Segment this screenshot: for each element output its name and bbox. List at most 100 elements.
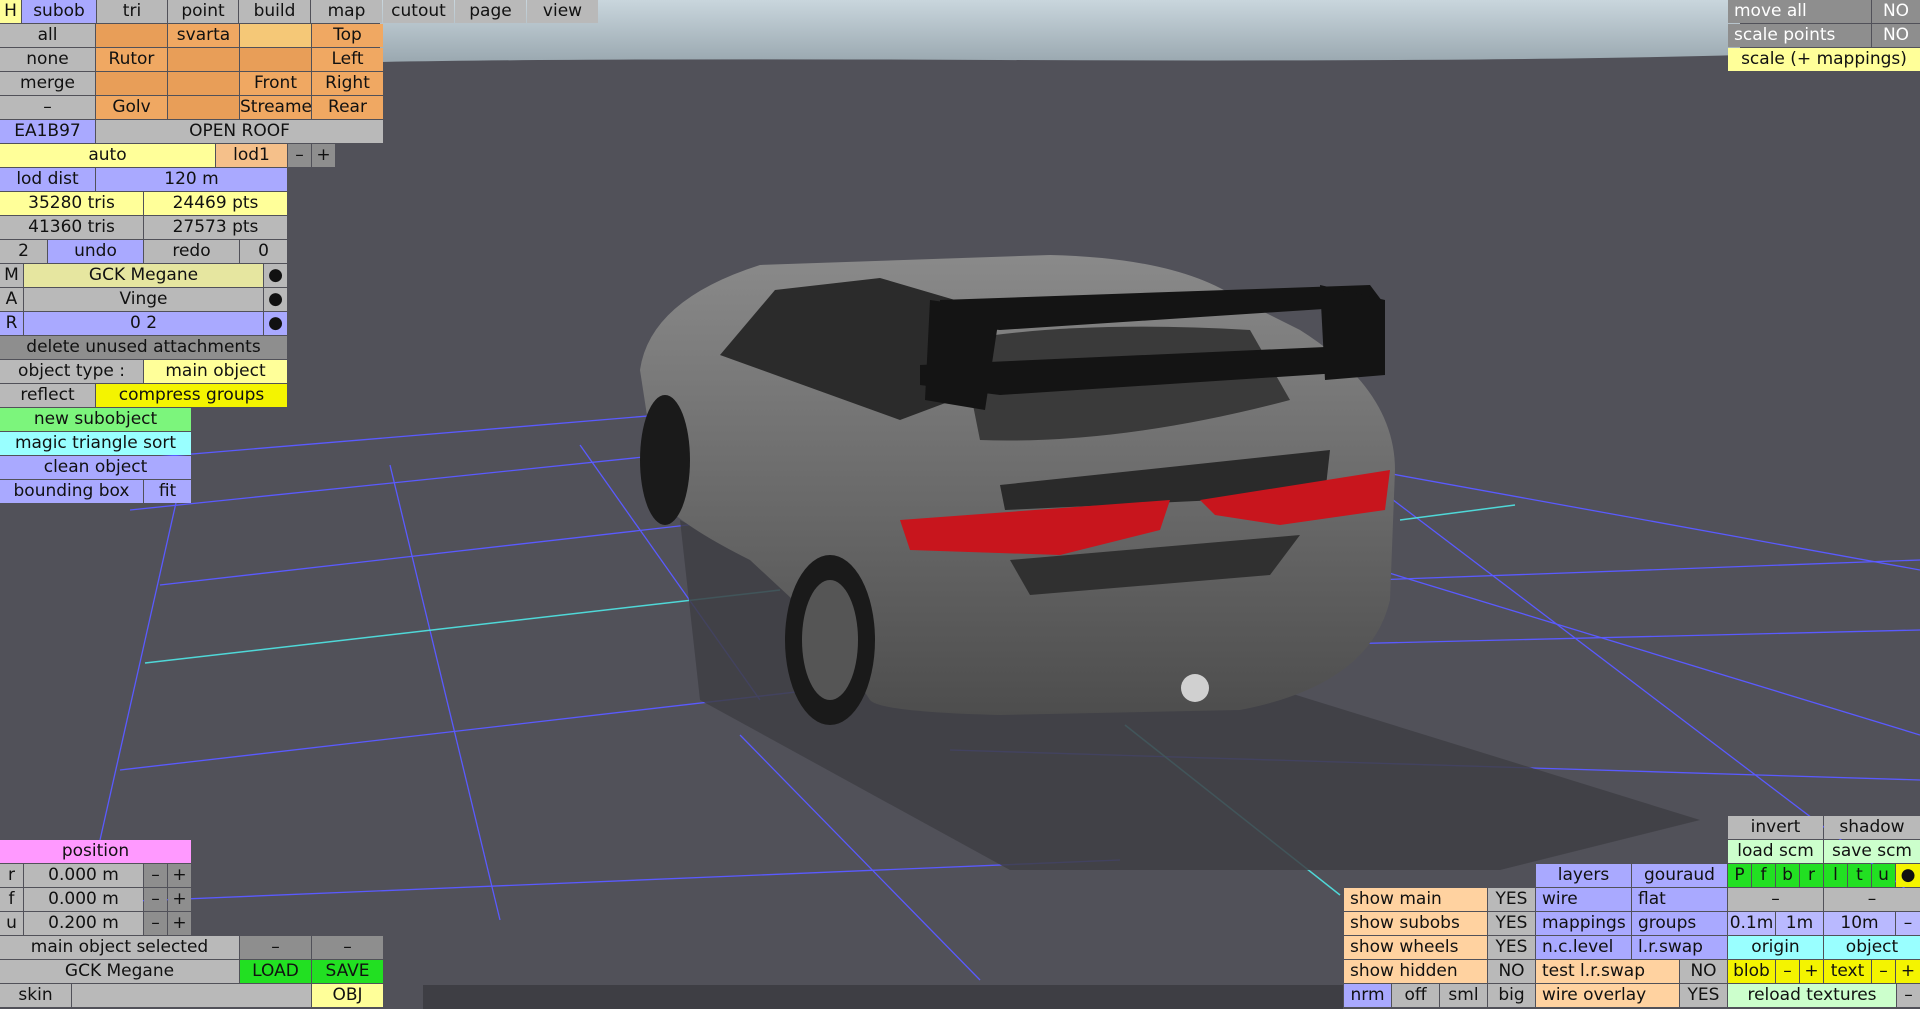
scale-mappings-button[interactable]: scale (+ mappings) [1728, 48, 1920, 71]
selection-minus-2[interactable]: – [312, 936, 383, 959]
origin-button[interactable]: origin [1728, 936, 1823, 959]
group-slot-6[interactable] [168, 72, 239, 95]
obj-button[interactable]: OBJ [312, 984, 383, 1007]
flat-button[interactable]: flat [1632, 888, 1727, 911]
gouraud-button[interactable]: gouraud [1632, 864, 1727, 887]
size-nrm-button[interactable]: nrm [1344, 984, 1391, 1007]
load-scm-button[interactable]: load scm [1728, 840, 1823, 863]
view-right-button[interactable]: Right [312, 72, 383, 95]
bounding-box-button[interactable]: bounding box [0, 480, 143, 503]
menu-tab-tri[interactable]: tri [97, 0, 167, 23]
menu-tab-subob[interactable]: subob [22, 0, 96, 23]
model-dot-button[interactable]: ● [264, 264, 287, 287]
menu-tab-point[interactable]: point [168, 0, 238, 23]
blob-plus-button[interactable]: + [1800, 960, 1823, 983]
show-hidden-toggle[interactable]: NO [1488, 960, 1535, 983]
revision-dot-button[interactable]: ● [264, 312, 287, 335]
test-lr-swap-toggle[interactable]: NO [1680, 960, 1727, 983]
position-value-r[interactable]: 0.000 m [24, 864, 143, 887]
show-wheels-toggle[interactable]: YES [1488, 936, 1535, 959]
menu-tab-page[interactable]: page [455, 0, 526, 23]
size-sml-button[interactable]: sml [1440, 984, 1487, 1007]
menu-tab-view[interactable]: view [527, 0, 598, 23]
position-value-f[interactable]: 0.000 m [24, 888, 143, 911]
object-code[interactable]: EA1B97 [0, 120, 95, 143]
object-type-value[interactable]: main object [144, 360, 287, 383]
select-all-button[interactable]: all [0, 24, 95, 47]
view-left-button[interactable]: Left [312, 48, 383, 71]
step-1m-button[interactable]: 1m [1776, 912, 1823, 935]
menu-tab-build[interactable]: build [239, 0, 310, 23]
show-main-toggle[interactable]: YES [1488, 888, 1535, 911]
group-slot-3[interactable] [168, 48, 239, 71]
view-rear-button[interactable]: Rear [312, 96, 383, 119]
step-0-1m-button[interactable]: 0.1m [1728, 912, 1775, 935]
auto-lod-button[interactable]: auto [0, 144, 215, 167]
flag-t-button[interactable]: t [1848, 864, 1871, 887]
group-rutor-button[interactable]: Rutor [96, 48, 167, 71]
position-r-minus[interactable]: – [144, 864, 167, 887]
lod-plus-button[interactable]: + [312, 144, 335, 167]
lr-swap-button[interactable]: l.r.swap [1632, 936, 1727, 959]
show-subobs-toggle[interactable]: YES [1488, 912, 1535, 935]
group-golv-button[interactable]: Golv [96, 96, 167, 119]
model-name[interactable]: GCK Megane [24, 264, 263, 287]
dash-button-2[interactable]: – [1824, 888, 1920, 911]
position-r-plus[interactable]: + [168, 864, 191, 887]
group-streame-button[interactable]: Streame [240, 96, 311, 119]
menu-tab-map[interactable]: map [311, 0, 382, 23]
blob-button[interactable]: blob [1728, 960, 1775, 983]
reflect-button[interactable]: reflect [0, 384, 95, 407]
group-slot-7[interactable] [168, 96, 239, 119]
author-name[interactable]: Vinge [24, 288, 263, 311]
move-all-toggle[interactable]: NO [1872, 0, 1920, 23]
clean-object-button[interactable]: clean object [0, 456, 191, 479]
scale-points-toggle[interactable]: NO [1872, 24, 1920, 47]
reload-minus-button[interactable]: – [1897, 984, 1920, 1007]
nc-level-button[interactable]: n.c.level [1536, 936, 1631, 959]
group-slot-4[interactable] [240, 48, 311, 71]
group-slot-5[interactable] [96, 72, 167, 95]
save-button[interactable]: SAVE [312, 960, 383, 983]
wire-button[interactable]: wire [1536, 888, 1631, 911]
text-plus-button[interactable]: + [1896, 960, 1920, 983]
object-button[interactable]: object [1824, 936, 1920, 959]
layers-button[interactable]: layers [1536, 864, 1631, 887]
flag-f-button[interactable]: f [1752, 864, 1775, 887]
step-minus-button[interactable]: – [1896, 912, 1920, 935]
group-svarta-button[interactable]: svarta [168, 24, 239, 47]
minus-button[interactable]: – [0, 96, 95, 119]
flag-b-button[interactable]: b [1776, 864, 1799, 887]
position-u-plus[interactable]: + [168, 912, 191, 935]
position-f-plus[interactable]: + [168, 888, 191, 911]
skin-field[interactable] [72, 984, 311, 1007]
group-slot-1[interactable] [96, 24, 167, 47]
step-10m-button[interactable]: 10m [1824, 912, 1895, 935]
undo-button[interactable]: undo [48, 240, 143, 263]
author-dot-button[interactable]: ● [264, 288, 287, 311]
menu-tab-cutout[interactable]: cutout [383, 0, 454, 23]
magic-triangle-sort-button[interactable]: magic triangle sort [0, 432, 191, 455]
selection-minus-1[interactable]: – [240, 936, 311, 959]
invert-button[interactable]: invert [1728, 816, 1823, 839]
merge-button[interactable]: merge [0, 72, 95, 95]
text-button[interactable]: text [1824, 960, 1871, 983]
group-slot-2[interactable] [240, 24, 311, 47]
lod-minus-button[interactable]: – [288, 144, 311, 167]
size-off-button[interactable]: off [1392, 984, 1439, 1007]
open-roof-button[interactable]: OPEN ROOF [96, 120, 383, 143]
wire-overlay-toggle[interactable]: YES [1680, 984, 1727, 1007]
blob-minus-button[interactable]: – [1776, 960, 1799, 983]
flag-l-button[interactable]: l [1824, 864, 1847, 887]
mappings-button[interactable]: mappings [1536, 912, 1631, 935]
groups-button[interactable]: groups [1632, 912, 1727, 935]
position-value-u[interactable]: 0.200 m [24, 912, 143, 935]
flag-u-button[interactable]: u [1872, 864, 1895, 887]
dash-button-1[interactable]: – [1728, 888, 1823, 911]
shadow-button[interactable]: shadow [1824, 816, 1920, 839]
revision-value[interactable]: 0 2 [24, 312, 263, 335]
flag-dot-button[interactable]: ● [1896, 864, 1920, 887]
save-scm-button[interactable]: save scm [1824, 840, 1920, 863]
compress-groups-button[interactable]: compress groups [96, 384, 287, 407]
lod-dist-value[interactable]: 120 m [96, 168, 287, 191]
